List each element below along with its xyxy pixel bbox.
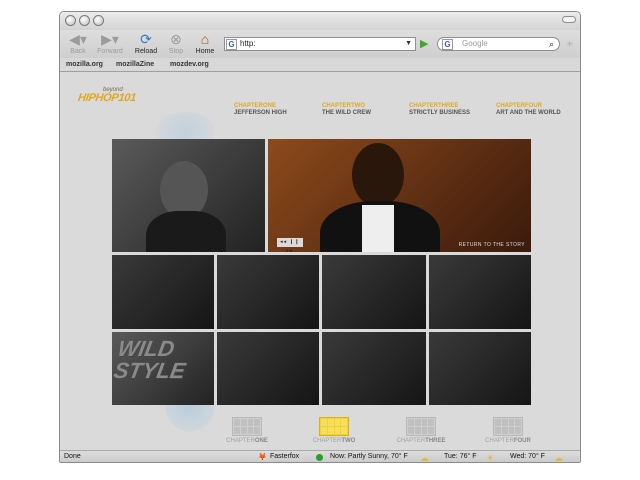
- chapter-number: TWO: [351, 103, 366, 109]
- close-window-button[interactable]: [65, 15, 76, 26]
- search-icon[interactable]: ⌕: [549, 38, 554, 50]
- main-video-player[interactable]: ◂◂ ❙❙ ▸▸ RETURN TO THE STORY: [268, 139, 531, 252]
- video-thumb-room[interactable]: [429, 332, 531, 405]
- bookmark-mozillazine[interactable]: mozillaZine: [116, 61, 154, 68]
- forward-arrow-icon: ▶▾: [101, 31, 119, 47]
- back-arrow-icon: ◀▾: [69, 31, 87, 47]
- chapter-grid-icon: [493, 417, 523, 436]
- chapter-button-three[interactable]: CHAPTERTHREE: [391, 417, 451, 444]
- go-button-icon[interactable]: ▶: [420, 38, 432, 50]
- bookmarks-toolbar: mozilla.org mozillaZine mozdev.org: [60, 58, 580, 72]
- chapter-title: THE WILD CREW: [322, 110, 371, 116]
- stop-icon: ⊗: [170, 31, 182, 47]
- chapter-nav-one[interactable]: CHAPTERONE JEFFERSON HIGH: [234, 103, 287, 116]
- search-placeholder: Google: [462, 39, 488, 48]
- chapter-prefix: CHAPTER: [409, 103, 439, 109]
- fasterfox-icon[interactable]: 🦊: [258, 453, 267, 461]
- chapter-nav-two[interactable]: CHAPTERTWO THE WILD CREW: [322, 103, 371, 116]
- home-button[interactable]: ⌂ Home: [187, 30, 223, 56]
- chapter-button-number: THREE: [425, 438, 446, 444]
- chapter-prefix: CHAPTER: [322, 103, 352, 109]
- chapter-title: JEFFERSON HIGH: [234, 110, 287, 116]
- zoom-window-button[interactable]: [93, 15, 104, 26]
- speaker-shirt-shape: [362, 205, 394, 252]
- home-icon: ⌂: [200, 31, 210, 47]
- partly-sunny-icon: ☁: [420, 453, 429, 463]
- video-thumb-woman[interactable]: [112, 139, 265, 252]
- reload-icon: ⟳: [140, 31, 152, 47]
- chapter-button-number: ONE: [254, 438, 268, 444]
- chapter-button-prefix: CHAPTER: [485, 438, 514, 444]
- chapter-prefix: CHAPTER: [234, 103, 264, 109]
- video-thumb-hat[interactable]: [217, 255, 319, 329]
- status-text: Done: [64, 453, 81, 460]
- sunny-icon: ☀: [486, 453, 495, 463]
- video-thumb-dj[interactable]: [112, 255, 214, 329]
- bookmark-mozilla-org[interactable]: mozilla.org: [66, 61, 103, 68]
- video-thumb-performer[interactable]: [322, 332, 426, 405]
- back-label: Back: [70, 48, 86, 55]
- fasterfox-label[interactable]: Fasterfox: [270, 453, 299, 460]
- url-input[interactable]: G http: ▼: [224, 37, 416, 51]
- status-bar: Done 🦊 Fasterfox Now: Partly Sunny, 70° …: [60, 450, 580, 463]
- return-to-story-link[interactable]: RETURN TO THE STORY: [459, 242, 525, 248]
- forward-button[interactable]: ▶▾ Forward: [90, 30, 130, 56]
- stop-label: Stop: [168, 48, 184, 55]
- url-value: http:: [240, 39, 256, 48]
- weather-tue[interactable]: Tue: 76° F: [444, 453, 477, 460]
- weather-now[interactable]: Now: Partly Sunny, 70° F: [330, 453, 408, 460]
- chapter-grid-icon: [406, 417, 436, 436]
- video-thumb-crew[interactable]: [429, 255, 531, 329]
- chapter-button-number: TWO: [341, 438, 356, 444]
- video-thumb-arms-crossed[interactable]: [322, 255, 426, 329]
- chapter-number: THREE: [438, 103, 459, 109]
- playback-controls[interactable]: ◂◂ ❙❙ ▸▸: [277, 238, 303, 252]
- reload-label: Reload: [134, 48, 158, 55]
- speaker-head-shape: [352, 143, 404, 207]
- chapter-number: ONE: [263, 103, 277, 109]
- chapter-button-number: FOUR: [513, 438, 531, 444]
- chapter-button-prefix: CHAPTER: [226, 438, 255, 444]
- chapter-grid-icon: [319, 417, 349, 436]
- title-bar: [60, 12, 580, 30]
- video-thumb-mic[interactable]: [217, 332, 319, 405]
- activity-throbber-icon: ✳: [566, 39, 574, 49]
- forward-label: Forward: [97, 48, 123, 55]
- search-input[interactable]: G Google ⌕: [437, 37, 560, 51]
- weather-wed[interactable]: Wed: 70° F: [510, 453, 545, 460]
- home-label: Home: [195, 48, 215, 55]
- url-dropdown-icon[interactable]: ▼: [405, 38, 412, 50]
- chapter-grid-icon: [232, 417, 262, 436]
- cloudy-icon: ☁: [554, 453, 563, 463]
- site-favicon-icon: G: [226, 39, 237, 50]
- chapter-title: ART AND THE WORLD: [496, 110, 561, 116]
- chapter-button-prefix: CHAPTER: [312, 438, 342, 444]
- chapter-button-one[interactable]: CHAPTERONE: [217, 417, 277, 444]
- minimize-window-button[interactable]: [79, 15, 90, 26]
- portrait-body-shape: [146, 211, 226, 252]
- status-indicator-icon: [316, 454, 323, 461]
- search-engine-icon[interactable]: G: [442, 39, 453, 50]
- toolbar-toggle-button[interactable]: [562, 16, 576, 23]
- chapter-button-prefix: CHAPTER: [396, 438, 426, 444]
- bookmark-mozdev-org[interactable]: mozdev.org: [170, 61, 209, 68]
- page-content: beyond HIPHOP101 CHAPTERONE JEFFERSON HI…: [60, 72, 580, 450]
- chapter-number: FOUR: [525, 103, 543, 109]
- site-logo[interactable]: HIPHOP101: [77, 92, 137, 104]
- chapter-nav-three[interactable]: CHAPTERTHREE STRICTLY BUSINESS: [409, 103, 470, 116]
- chapter-title: STRICTLY BUSINESS: [409, 110, 471, 116]
- browser-window: ◀▾ Back ▶▾ Forward ⟳ Reload ⊗ Stop ⌂ Hom…: [59, 11, 581, 463]
- video-mosaic: ◂◂ ❙❙ ▸▸ RETURN TO THE STORY WILD STYLE: [112, 139, 531, 405]
- chapter-prefix: CHAPTER: [496, 103, 526, 109]
- graffiti-text: WILD STYLE: [112, 336, 188, 383]
- chapter-button-four[interactable]: CHAPTERFOUR: [478, 417, 538, 444]
- video-thumb-graffiti[interactable]: WILD STYLE: [112, 332, 214, 405]
- chapter-button-two[interactable]: CHAPTERTWO: [304, 417, 364, 444]
- chapter-nav-four[interactable]: CHAPTERFOUR ART AND THE WORLD: [496, 103, 561, 116]
